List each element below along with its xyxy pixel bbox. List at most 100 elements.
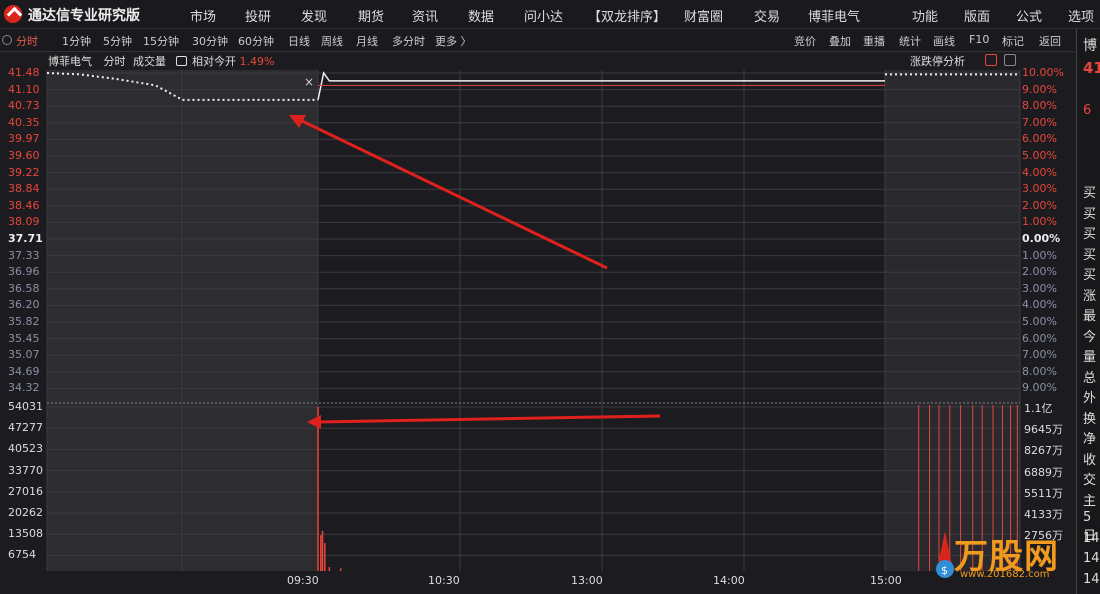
tool-button[interactable]: 重播 — [863, 33, 885, 49]
price-tick: 36.96 — [8, 265, 40, 279]
price-tick: 36.58 — [8, 281, 40, 295]
right-menu-item[interactable]: 版面 — [964, 6, 990, 25]
amount-tick: 4133万 — [1024, 508, 1063, 521]
panel-price: 41 — [1083, 59, 1100, 77]
record-icon[interactable] — [985, 54, 997, 66]
amount-tick: 6889万 — [1024, 465, 1063, 479]
price-tick: 39.97 — [8, 132, 40, 146]
time-tick: 15:00 — [870, 574, 902, 587]
tab-period[interactable]: 更多 〉 — [435, 33, 472, 49]
time-tick: 10:30 — [428, 574, 460, 587]
annotation-arrow — [317, 414, 661, 424]
volume-label[interactable]: 成交量 — [133, 55, 166, 68]
tool-button[interactable]: 统计 — [899, 33, 921, 49]
tool-button[interactable]: 标记 — [1002, 33, 1024, 49]
percent-tick: 4.00% — [1022, 165, 1057, 179]
panel-label: 最 — [1083, 309, 1097, 324]
watermark: $ 万股网 www.201682.com — [930, 525, 1070, 585]
tool-button[interactable]: 竞价 — [794, 33, 816, 49]
clock-icon[interactable] — [2, 35, 12, 45]
camera-icon[interactable] — [175, 56, 187, 66]
tab-period[interactable]: 15分钟 — [143, 33, 179, 49]
menu-item[interactable]: 财富圈 — [684, 6, 723, 25]
limit-analysis-button[interactable]: 涨跌停分析 — [910, 53, 965, 69]
price-tick: 41.48 — [8, 66, 40, 79]
menu-item[interactable]: 投研 — [245, 6, 271, 25]
time-tick: 09:30 — [287, 574, 319, 587]
volume-tick: 54031 — [8, 400, 43, 413]
svg-text:$: $ — [941, 564, 948, 577]
relative-label: 相对今开 — [192, 55, 236, 68]
close-icon[interactable]: × — [304, 75, 314, 89]
tool-button[interactable]: 返回 — [1039, 33, 1061, 49]
panel-label: 买 — [1083, 268, 1097, 283]
price-tick: 34.32 — [8, 381, 40, 395]
tab-period[interactable]: 1分钟 — [62, 33, 91, 49]
tab-period[interactable]: 60分钟 — [238, 33, 274, 49]
panel-label: 买 — [1083, 247, 1097, 263]
percent-tick: 2.00% — [1022, 265, 1057, 279]
menu-item[interactable]: 博菲电气 — [808, 6, 860, 25]
tool-button[interactable]: 画线 — [933, 33, 955, 49]
tool-button[interactable]: F10 — [969, 33, 989, 46]
price-tick: 40.73 — [8, 99, 40, 113]
tab-period[interactable]: 周线 — [321, 33, 343, 49]
tool-button[interactable]: 叠加 — [829, 33, 851, 49]
volume-tick: 27016 — [8, 484, 43, 498]
price-tick: 35.82 — [8, 315, 40, 328]
volume-tick: 33770 — [8, 463, 43, 477]
mode-label[interactable]: 分时 — [104, 55, 126, 68]
time-tick: 14:00 — [713, 574, 745, 587]
right-menu-item[interactable]: 选项 — [1068, 6, 1094, 25]
price-tick: 35.07 — [8, 348, 40, 362]
tab-period[interactable]: 月线 — [356, 33, 378, 49]
percent-tick: 5.00% — [1022, 149, 1057, 162]
volume-tick: 20262 — [8, 506, 43, 519]
app-title: 通达信专业研究版 — [28, 8, 140, 24]
time-tick: 13:00 — [571, 574, 603, 587]
price-tick: 39.60 — [8, 149, 40, 162]
panel-label: 买 — [1083, 206, 1097, 222]
settings-icon[interactable] — [1004, 54, 1016, 66]
percent-tick: 6.00% — [1022, 132, 1057, 146]
title-bar: 通达信专业研究版 市场 投研 发现 期货 资讯 数据 问小达 【双龙排序】 财富圈 交易 博菲电气 … — [0, 0, 1100, 29]
stock-name[interactable]: 博菲电气 — [48, 55, 92, 68]
percent-tick: 3.00% — [1022, 182, 1057, 196]
menu-item[interactable]: 交易 — [754, 6, 780, 25]
menu-item[interactable]: 市场 — [190, 6, 216, 25]
menu-item[interactable]: 数据 — [468, 6, 494, 25]
tab-period[interactable]: 5分钟 — [103, 33, 132, 49]
menu-item[interactable]: 问小达 — [524, 6, 563, 25]
amount-tick: 9645万 — [1024, 423, 1063, 437]
tab-period[interactable]: 日线 — [288, 33, 310, 49]
panel-label: 净 — [1083, 432, 1097, 447]
panel-label: 买 — [1083, 186, 1097, 201]
price-tick: 41.10 — [8, 82, 40, 96]
app-logo-icon — [4, 5, 22, 23]
right-menu-item[interactable]: 公式 — [1016, 6, 1042, 25]
panel-label: 收 — [1083, 452, 1097, 468]
menu-item[interactable]: 期货 — [358, 6, 384, 25]
tab-period[interactable]: 多分时 — [392, 33, 425, 49]
panel-label: 涨 — [1083, 288, 1097, 304]
volume-tick: 6754 — [8, 548, 36, 562]
right-menu-item[interactable]: 功能 — [912, 6, 938, 25]
amount-tick: 8267万 — [1024, 444, 1063, 458]
intraday-chart[interactable]: 博菲电气 分时 成交量 相对今开 1.49% × 涨跌停分析 41.48 41.1… — [0, 51, 1076, 594]
tab-period[interactable]: 分时 — [16, 33, 38, 49]
price-tick: 36.20 — [8, 298, 40, 312]
price-tick: 38.84 — [8, 182, 40, 196]
panel-label: 14 — [1083, 571, 1100, 587]
amount-tick: 1.1亿 — [1024, 402, 1053, 415]
volume-tick: 40523 — [8, 442, 43, 456]
panel-extra: 6 — [1083, 103, 1092, 118]
panel-label: 今 — [1083, 329, 1097, 345]
panel-header: 博 — [1083, 38, 1097, 54]
tab-period[interactable]: 30分钟 — [192, 33, 228, 49]
price-tick: 40.35 — [8, 115, 40, 129]
menu-item[interactable]: 资讯 — [412, 6, 438, 25]
quote-side-panel[interactable]: 博416买买买买买涨最今量总外换净收交主5日141414 — [1076, 29, 1100, 594]
menu-item[interactable]: 发现 — [301, 6, 327, 25]
menu-item[interactable]: 【双龙排序】 — [588, 6, 666, 25]
panel-label: 总 — [1083, 370, 1097, 386]
